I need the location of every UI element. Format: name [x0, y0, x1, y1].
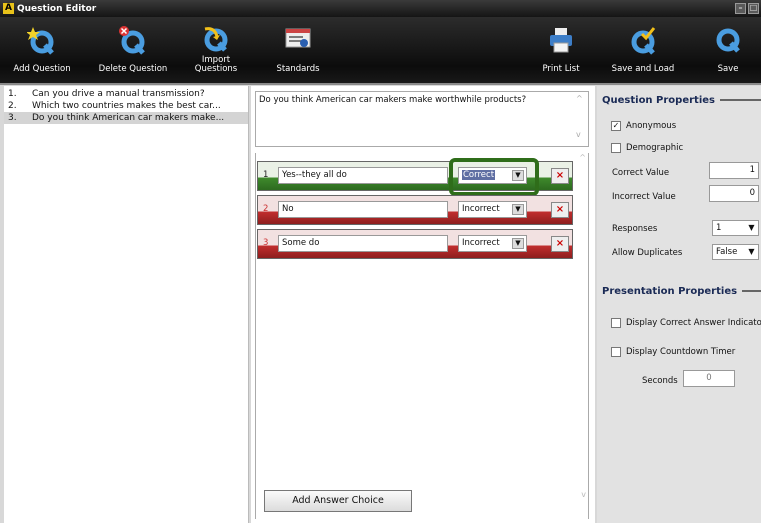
- delete-question-icon: [119, 26, 145, 55]
- allow-duplicates-label: Allow Duplicates: [612, 248, 683, 258]
- answers-scroll-down[interactable]: v: [581, 490, 586, 499]
- add-question-icon: [27, 27, 54, 55]
- responses-label: Responses: [612, 224, 658, 234]
- save-button[interactable]: Save: [708, 17, 748, 83]
- display-correct-indicator-checkbox[interactable]: Display Correct Answer Indicator: [611, 318, 761, 328]
- chevron-down-icon: ▼: [748, 223, 755, 232]
- answer-text-input[interactable]: No: [278, 201, 448, 218]
- chevron-down-icon: ▼: [512, 238, 524, 249]
- list-item[interactable]: 2. Which two countries makes the best car…: [4, 100, 248, 112]
- chevron-down-icon: ▼: [748, 247, 755, 256]
- question-properties-header: Question Properties: [602, 95, 761, 106]
- demographic-checkbox[interactable]: Demographic: [611, 143, 683, 153]
- toolbar-divider: [0, 83, 761, 85]
- app-logo: A: [3, 3, 14, 14]
- list-item[interactable]: 1. Can you drive a manual transmission?: [4, 88, 248, 100]
- standards-button[interactable]: Standards: [268, 17, 328, 83]
- printer-icon: [550, 28, 572, 53]
- question-text-field[interactable]: Do you think American car makers make wo…: [255, 91, 589, 147]
- answer-choices-area: 1 Yes--they all do Correct ▼ × 2 No Incor…: [255, 153, 589, 519]
- answer-row: 2 No Incorrect ▼ ×: [257, 195, 573, 225]
- highlight-box: [449, 158, 539, 196]
- anonymous-checkbox[interactable]: ✓ Anonymous: [611, 121, 676, 131]
- answer-status-select[interactable]: Incorrect ▼: [458, 201, 527, 218]
- save-and-load-icon: [631, 27, 656, 55]
- title-bar: A Question Editor – □: [0, 0, 761, 17]
- answer-text-input[interactable]: Some do: [278, 235, 448, 252]
- seconds-input[interactable]: 0: [683, 370, 735, 387]
- toolbar: Add Question Delete Question Import Quest…: [0, 17, 761, 83]
- add-question-button[interactable]: Add Question: [8, 17, 76, 83]
- import-label-line2: Questions: [194, 64, 238, 74]
- remove-answer-button[interactable]: ×: [551, 202, 569, 218]
- import-questions-icon: [204, 27, 228, 52]
- minimize-button[interactable]: –: [735, 3, 746, 14]
- remove-answer-button[interactable]: ×: [551, 236, 569, 252]
- add-answer-choice-button[interactable]: Add Answer Choice: [264, 490, 412, 512]
- answer-text-input[interactable]: Yes--they all do: [278, 167, 448, 184]
- remove-answer-button[interactable]: ×: [551, 168, 569, 184]
- list-item-selected[interactable]: 3. Do you think American car makers make.…: [4, 112, 248, 124]
- question-editor-panel: Do you think American car makers make wo…: [251, 86, 595, 523]
- question-text-scrollbar[interactable]: ^ v: [576, 94, 586, 139]
- window-controls: – □: [735, 3, 759, 14]
- chevron-down-icon: ▼: [512, 204, 524, 215]
- maximize-button[interactable]: □: [748, 3, 759, 14]
- save-and-load-button[interactable]: Save and Load: [608, 17, 678, 83]
- save-icon: [716, 28, 740, 53]
- import-questions-button[interactable]: Import Questions: [186, 17, 246, 83]
- answer-row: 3 Some do Incorrect ▼ ×: [257, 229, 573, 259]
- correct-value-input[interactable]: 1: [709, 162, 759, 179]
- incorrect-value-label: Incorrect Value: [612, 192, 676, 202]
- seconds-label: Seconds: [642, 376, 678, 386]
- incorrect-value-input[interactable]: 0: [709, 185, 759, 202]
- display-countdown-checkbox[interactable]: Display Countdown Timer: [611, 347, 735, 357]
- responses-select[interactable]: 1 ▼: [712, 220, 759, 236]
- answer-row: 1 Yes--they all do Correct ▼ ×: [257, 158, 573, 196]
- answers-scroll-up[interactable]: ^: [579, 153, 586, 162]
- properties-panel: Question Properties ✓ Anonymous Demograph…: [597, 86, 761, 523]
- print-list-button[interactable]: Print List: [538, 17, 584, 83]
- correct-value-label: Correct Value: [612, 168, 670, 178]
- allow-duplicates-select[interactable]: False ▼: [712, 244, 759, 260]
- window-title: Question Editor: [17, 3, 97, 14]
- standards-icon: [285, 28, 311, 48]
- delete-question-button[interactable]: Delete Question: [94, 17, 172, 83]
- check-icon: ✓: [611, 121, 621, 131]
- presentation-properties-header: Presentation Properties: [602, 286, 761, 297]
- answer-status-select[interactable]: Incorrect ▼: [458, 235, 527, 252]
- question-list[interactable]: 1. Can you drive a manual transmission? 2…: [4, 86, 249, 523]
